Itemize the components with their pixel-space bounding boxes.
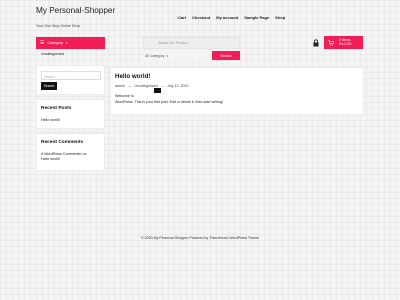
sidebar-search-input[interactable]: Search bbox=[41, 71, 101, 80]
footer-credit: © 2020 My Personal-Shopper Powered by Th… bbox=[140, 236, 260, 240]
cart-total: Rs 0.00 bbox=[339, 42, 352, 46]
post-date[interactable]: July 12, 2020 bbox=[167, 84, 188, 88]
cart-icon bbox=[328, 39, 334, 45]
chevron-down-icon: ▾ bbox=[166, 54, 169, 58]
recent-comment-post[interactable]: Hello world! bbox=[41, 157, 60, 161]
nav-my-account[interactable]: My account bbox=[216, 15, 238, 20]
category-menu-button[interactable]: ☰ Category ▾ bbox=[36, 37, 105, 49]
lock-icon[interactable] bbox=[311, 38, 321, 48]
meta-separator: — bbox=[160, 84, 165, 88]
recent-comments-title: Recent Comments bbox=[41, 140, 84, 145]
menu-icon: ☰ bbox=[40, 39, 45, 46]
post-meta: admin — Uncategorized — July 12, 2020 bbox=[115, 84, 189, 88]
nav-cart[interactable]: Cart bbox=[178, 15, 186, 20]
meta-separator: — bbox=[127, 84, 132, 88]
search-input[interactable]: Search for Product bbox=[143, 37, 240, 49]
recent-posts-title: Recent Posts bbox=[41, 106, 72, 111]
chevron-down-icon: ▾ bbox=[65, 41, 68, 45]
tooltip-marker bbox=[154, 88, 161, 93]
site-title[interactable]: My Personal-Shopper bbox=[36, 6, 116, 15]
site-tagline: Your One Stop Online Shop bbox=[36, 24, 81, 28]
category-select-value: All Category bbox=[145, 54, 165, 58]
sidebar-search-button[interactable]: Search bbox=[41, 82, 57, 90]
recent-comment-author[interactable]: A WordPress Commenter on bbox=[41, 152, 87, 156]
search-button[interactable]: Search bbox=[212, 51, 240, 60]
product-search: Search for Product All Category ▾ Search bbox=[143, 37, 240, 62]
top-nav: Cart Checkout My account Sample Page Sho… bbox=[178, 15, 285, 20]
recent-post-link[interactable]: Hello world! bbox=[41, 118, 60, 122]
category-item-uncategorized[interactable]: Uncategorized bbox=[41, 52, 64, 56]
post-body-line-2: WordPress. This is your first post. Edit… bbox=[115, 100, 223, 104]
post-title[interactable]: Hello world! bbox=[115, 73, 150, 80]
recent-posts-widget: Recent Posts Hello world! bbox=[36, 99, 105, 129]
recent-comments-widget: Recent Comments A WordPress Commenter on… bbox=[36, 133, 105, 171]
post-author[interactable]: admin bbox=[115, 84, 125, 88]
nav-checkout[interactable]: Checkout bbox=[192, 15, 210, 20]
sidebar-search-widget: Search Search bbox=[36, 65, 105, 95]
post-card: Hello world! admin — Uncategorized — Jul… bbox=[110, 67, 364, 115]
nav-sample-page[interactable]: Sample Page bbox=[244, 15, 269, 20]
category-select[interactable]: All Category ▾ bbox=[143, 51, 211, 61]
category-menu-label: Category bbox=[47, 41, 63, 45]
nav-shop[interactable]: Shop bbox=[275, 15, 285, 20]
cart-button[interactable]: 0 items Rs 0.00 bbox=[324, 36, 363, 49]
post-body-line-1: Welcome to bbox=[115, 94, 134, 98]
